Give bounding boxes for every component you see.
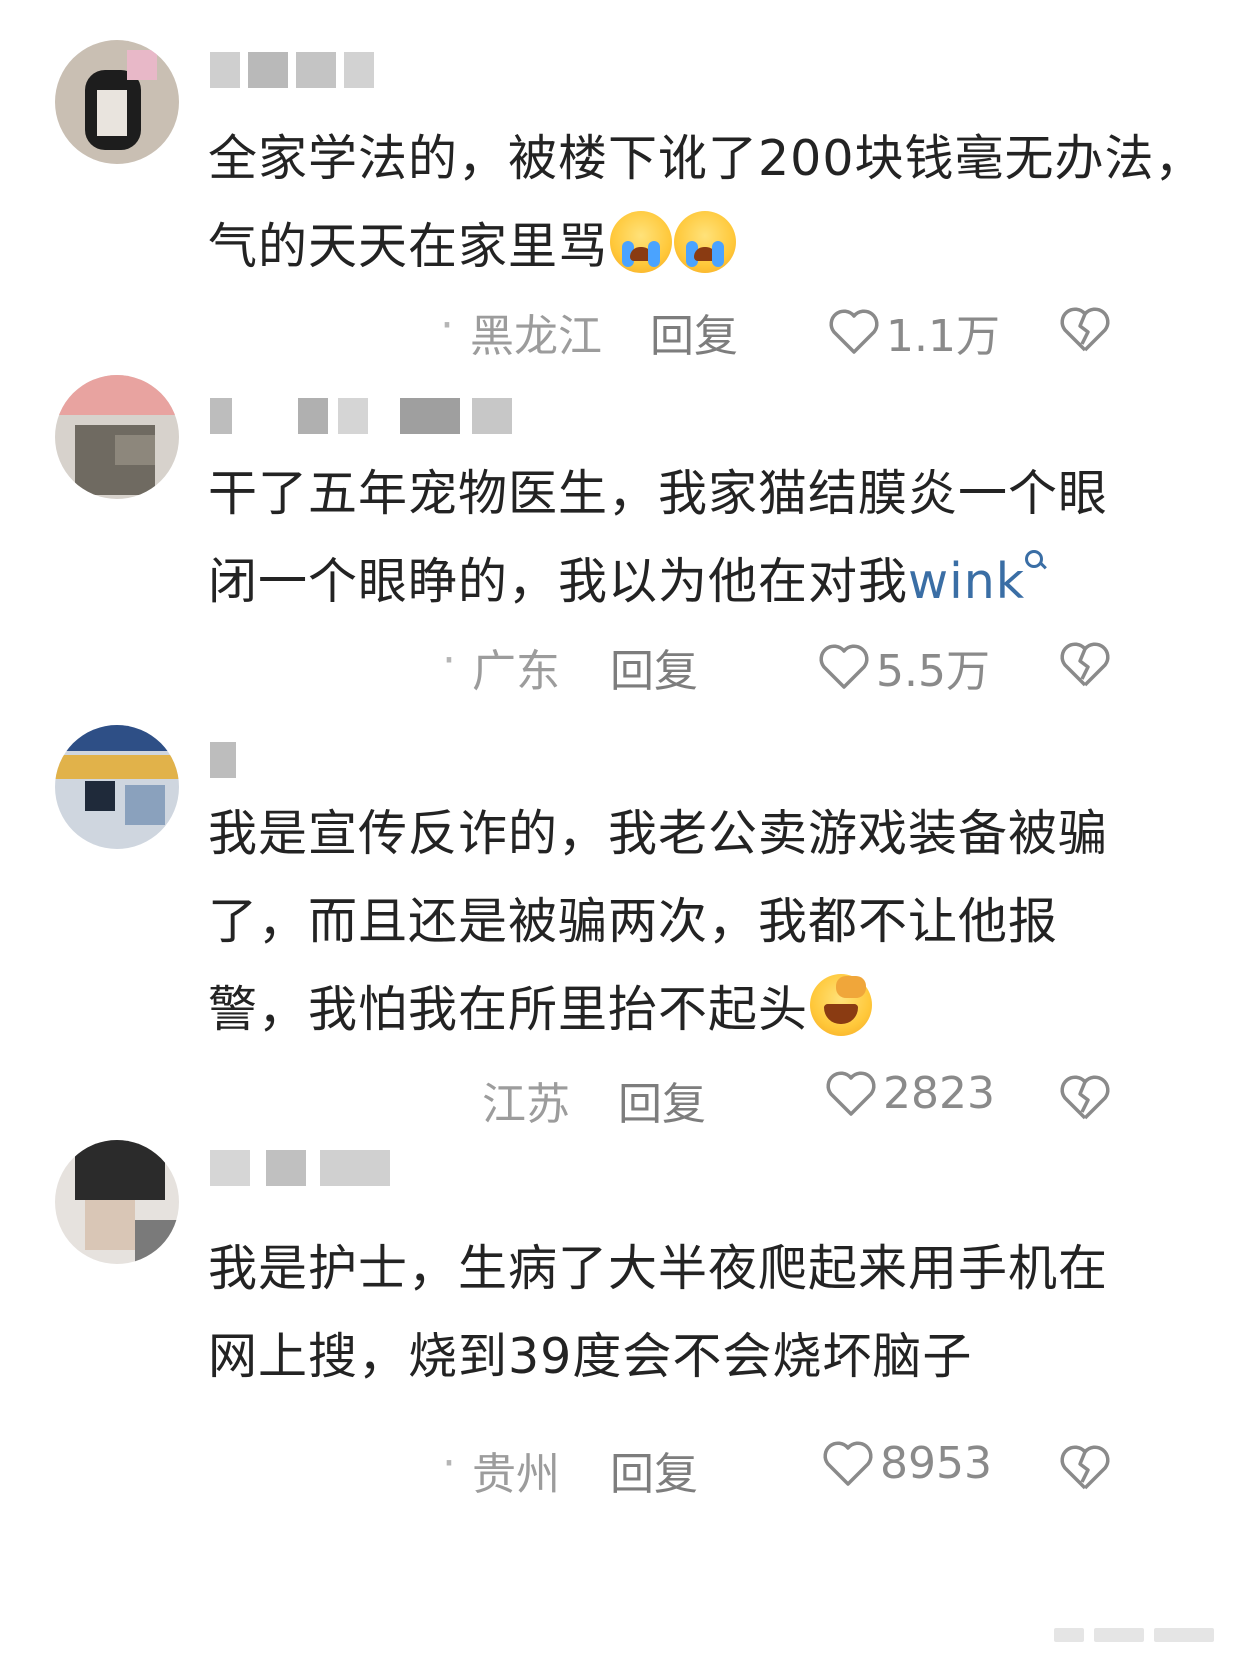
comment-meta: · 黑龙江 回复 1.1万 (0, 300, 1242, 364)
heart-icon (819, 644, 869, 689)
like-button[interactable]: 8953 (822, 1438, 992, 1489)
separator-dot: · (442, 635, 456, 686)
comment-text: 我是宣传反诈的，我老公卖游戏装备被骗了，而且还是被骗两次，我都不让他报警，我怕我… (208, 790, 1138, 1054)
avatar[interactable] (55, 375, 179, 499)
location-label: 广东 (472, 646, 560, 697)
heart-icon (829, 309, 879, 354)
reply-button[interactable]: 回复 (610, 1438, 698, 1502)
broken-heart-icon[interactable] (1058, 639, 1112, 691)
like-button[interactable]: 5.5万 (818, 635, 990, 699)
heart-icon (823, 1440, 873, 1486)
separator-dot: · (440, 300, 454, 351)
broken-heart-icon[interactable] (1058, 1072, 1112, 1124)
like-button[interactable]: 2823 (825, 1068, 995, 1119)
reply-button[interactable]: 回复 (650, 300, 738, 364)
crying-face-icon (674, 211, 737, 273)
wink-link[interactable]: wink (908, 553, 1025, 610)
broken-heart-icon[interactable] (1058, 1442, 1112, 1494)
comment-body: 我是宣传反诈的，我老公卖游戏装备被骗了，而且还是被骗两次，我都不让他报警，我怕我… (208, 805, 1109, 1038)
laughing-face-icon (810, 974, 873, 1036)
avatar[interactable] (55, 725, 179, 849)
comment-body: 我是护士，生病了大半夜爬起来用手机在网上搜，烧到39度会不会烧坏脑子 (208, 1240, 1109, 1385)
search-icon[interactable] (1025, 550, 1045, 570)
heart-icon (826, 1070, 876, 1116)
location-label: 黑龙江 (470, 311, 602, 362)
reply-button[interactable]: 回复 (618, 1068, 706, 1132)
comment-text: 全家学法的，被楼下讹了200块钱毫无办法，气的天天在家里骂 (208, 115, 1208, 291)
avatar[interactable] (55, 40, 179, 164)
like-count: 1.1万 (886, 311, 1000, 362)
watermark-blurred (1054, 1620, 1224, 1650)
crying-face-icon (610, 211, 673, 273)
comment-text: 我是护士，生病了大半夜爬起来用手机在网上搜，烧到39度会不会烧坏脑子 (208, 1225, 1108, 1401)
like-count: 2823 (883, 1068, 995, 1119)
broken-heart-icon[interactable] (1058, 304, 1112, 356)
location-label: 贵州 (472, 1449, 560, 1500)
separator-dot: · (442, 1438, 456, 1489)
comment-meta: · 广东 回复 5.5万 (0, 635, 1242, 699)
like-count: 8953 (880, 1438, 992, 1489)
reply-button[interactable]: 回复 (610, 635, 698, 699)
location-label: 江苏 (482, 1079, 570, 1130)
comment-meta: 江苏 回复 2823 (0, 1068, 1242, 1132)
like-count: 5.5万 (876, 646, 990, 697)
comment-text: 干了五年宠物医生，我家猫结膜炎一个眼闭一个眼睁的，我以为他在对我wink (208, 450, 1108, 626)
comment-meta: · 贵州 回复 8953 (0, 1438, 1242, 1502)
avatar[interactable] (55, 1140, 179, 1264)
like-button[interactable]: 1.1万 (828, 300, 1000, 364)
